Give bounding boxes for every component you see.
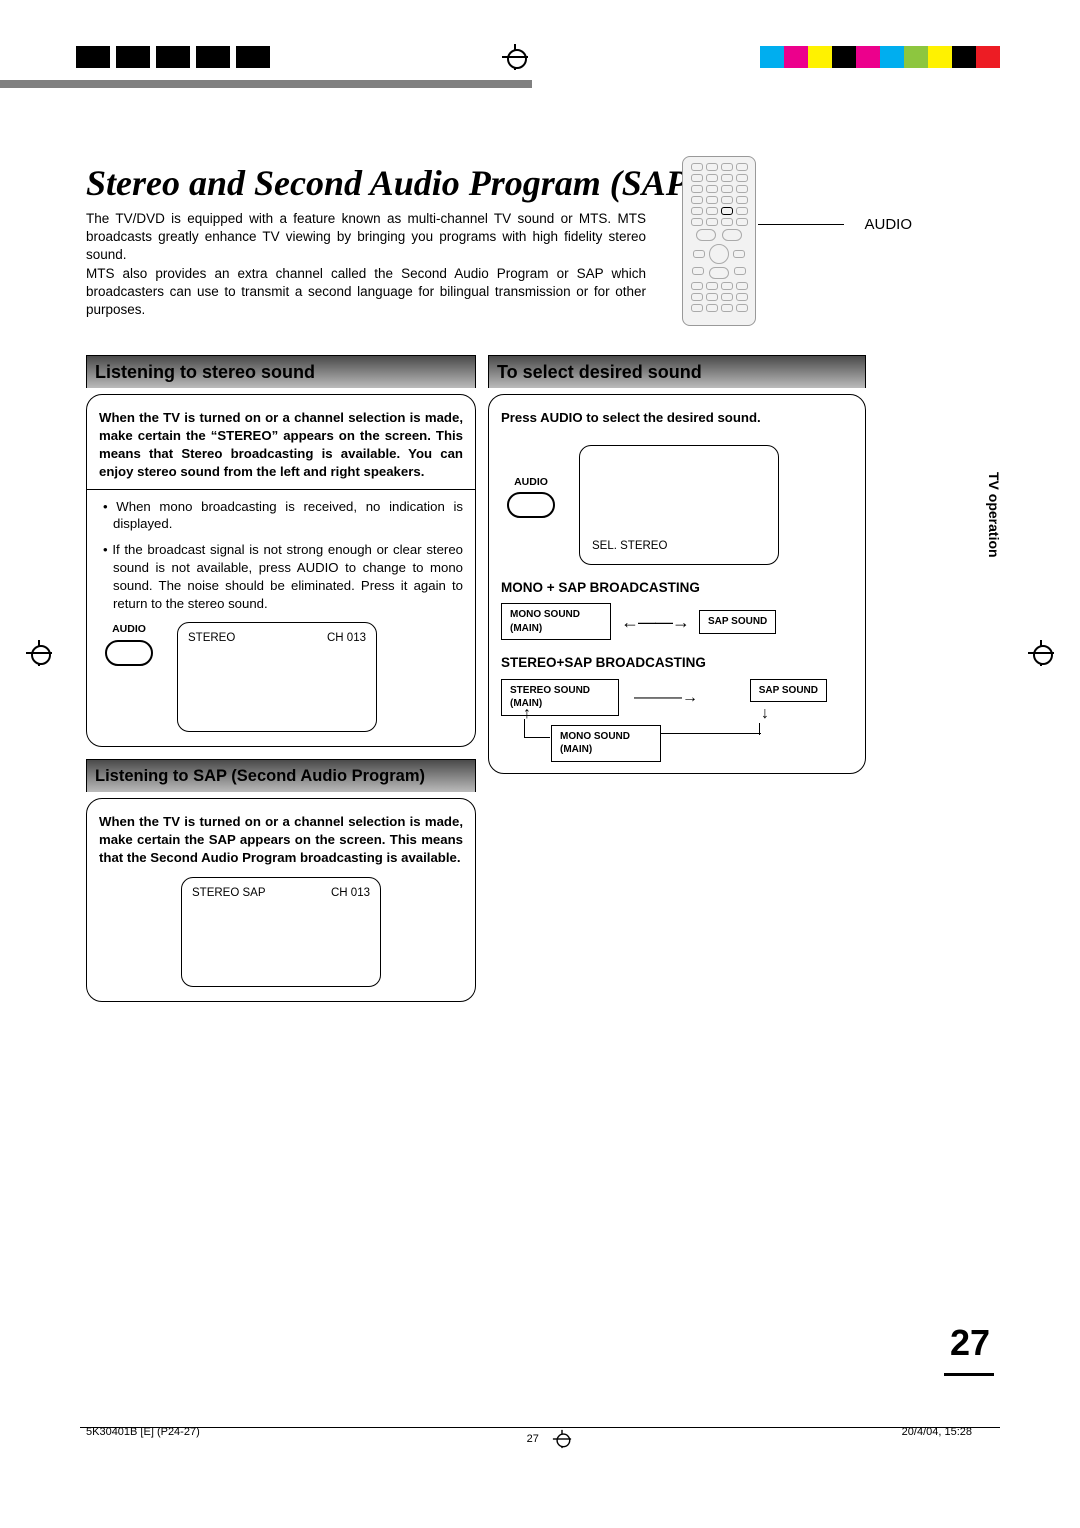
flow-line-v (759, 723, 760, 735)
select-lead: Press AUDIO to select the desired sound. (501, 409, 853, 427)
crosshair-right-icon (1028, 640, 1054, 666)
sap-panel: When the TV is turned on or a channel se… (86, 798, 476, 1001)
sap-section-heading: Listening to SAP (Second Audio Program) (86, 759, 476, 792)
tv-sel-stereo-label: SEL. STEREO (592, 539, 667, 555)
stereo-sap-broadcasting-label: STEREO+SAP BROADCASTING (501, 654, 853, 672)
stereo-bullet-1: • When mono broadcasting is received, no… (103, 498, 463, 534)
remote-illustration (682, 156, 756, 326)
intro-text: The TV/DVD is equipped with a feature kn… (86, 210, 646, 319)
sap-lead: When the TV is turned on or a channel se… (99, 813, 463, 866)
select-panel: Press AUDIO to select the desired sound.… (488, 394, 866, 773)
select-section-heading: To select desired sound (488, 355, 866, 388)
page-title: Stereo and Second Audio Program (SAP) (86, 162, 972, 204)
gray-registration-line (0, 80, 532, 88)
audio-button-label: AUDIO (99, 622, 159, 636)
select-audio-button-icon (507, 492, 555, 518)
footer-right: 20/4/04, 15:28 (902, 1426, 972, 1452)
mono-sap-flow: MONO SOUND (MAIN) ←——→ SAP SOUND (501, 603, 853, 640)
registration-bar (16, 44, 1080, 70)
mono-sound-main-box: MONO SOUND (MAIN) (501, 603, 611, 640)
right-arrow-icon: ———→ (621, 687, 711, 709)
page-number-underline (944, 1373, 994, 1376)
tv-sap-label: STEREO SAP (192, 886, 266, 902)
audio-callout-label: AUDIO (864, 216, 912, 233)
stereo-bullet-2: • If the broadcast signal is not strong … (103, 541, 463, 612)
crosshair-top-icon (502, 44, 528, 70)
remote-audio-button (721, 207, 733, 215)
footer: 5K30401B [E] (P24-27) 27 20/4/04, 15:28 (86, 1426, 972, 1452)
flow-line-h2 (524, 737, 550, 738)
color-registration-swatches (760, 46, 1000, 68)
stereo-sap-flow: STEREO SOUND (MAIN) ———→ SAP SOUND MONO … (501, 679, 831, 759)
double-arrow-icon: ←——→ (621, 610, 689, 634)
sap-tv-display: STEREO SAP CH 013 (181, 877, 381, 987)
stereo-panel: When the TV is turned on or a channel se… (86, 394, 476, 747)
black-registration-blocks (76, 46, 270, 68)
audio-callout-line (758, 224, 844, 225)
footer-center: 27 (527, 1433, 539, 1445)
tv-sap-channel-label: CH 013 (331, 886, 370, 902)
select-tv-display: SEL. STEREO (579, 445, 779, 565)
mono-sap-broadcasting-label: MONO + SAP BROADCASTING (501, 579, 853, 597)
page-number: 27 (950, 1322, 990, 1370)
select-audio-button-label: AUDIO (501, 475, 561, 489)
divider (87, 489, 475, 490)
stereo-lead: When the TV is turned on or a channel se… (99, 409, 463, 480)
crosshair-left-icon (26, 640, 52, 666)
crosshair-bottom-icon (553, 1430, 571, 1448)
side-tab-label: TV operation (986, 472, 1002, 558)
flow-line-v2 (524, 719, 525, 737)
down-arrow-icon: ↓ (761, 703, 769, 725)
stereo-section-heading: Listening to stereo sound (86, 355, 476, 388)
footer-left: 5K30401B [E] (P24-27) (86, 1426, 200, 1452)
sap-sound-box-2: SAP SOUND (750, 679, 827, 703)
tv-stereo-label: STEREO (188, 631, 235, 647)
audio-button-icon (105, 640, 153, 666)
stereo-tv-display: STEREO CH 013 (177, 622, 377, 732)
mono-sound-main-box-2: MONO SOUND (MAIN) (551, 725, 661, 762)
tv-channel-label: CH 013 (327, 631, 366, 647)
flow-line (661, 733, 761, 734)
sap-sound-box: SAP SOUND (699, 610, 776, 634)
stereo-sound-main-box: STEREO SOUND (MAIN) (501, 679, 619, 716)
